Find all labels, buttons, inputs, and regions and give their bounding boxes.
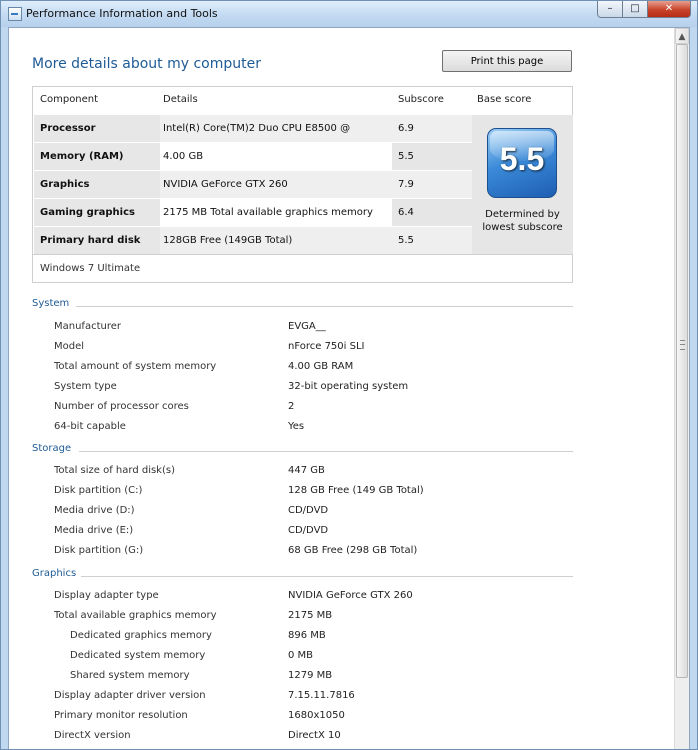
component-subscore: 6.9: [392, 115, 472, 142]
info-label: System type: [54, 381, 117, 392]
info-label: Shared system memory: [70, 670, 190, 681]
info-value: 896 MB: [288, 630, 326, 641]
info-label: DirectX version: [54, 730, 131, 741]
close-button[interactable]: ✕: [648, 1, 691, 18]
base-score-caption: Determined by lowest subscore: [472, 208, 573, 234]
info-value: DirectX 10: [288, 730, 341, 741]
info-value: 4.00 GB RAM: [288, 361, 354, 372]
component-details: 2175 MB Total available graphics memory: [160, 199, 392, 226]
score-row-gaming-graphics: Gaming graphics 2175 MB Total available …: [34, 199, 472, 227]
app-icon: [8, 7, 22, 21]
component-name: Gaming graphics: [34, 199, 160, 226]
component-name: Processor: [34, 115, 160, 142]
base-score-badge: 5.5: [487, 128, 557, 198]
info-label: Number of processor cores: [54, 401, 189, 412]
component-subscore: 6.4: [392, 199, 472, 226]
performance-window: Performance Information and Tools – □ ✕ …: [0, 0, 698, 750]
info-label: Dedicated system memory: [70, 650, 206, 661]
header-component: Component: [40, 94, 99, 105]
info-value: 128 GB Free (149 GB Total): [288, 485, 424, 496]
info-value: CD/DVD: [288, 505, 329, 516]
component-subscore: 5.5: [392, 227, 472, 254]
info-label: Disk partition (C:): [54, 485, 143, 496]
component-name: Graphics: [34, 171, 160, 198]
score-row-hard-disk: Primary hard disk 128GB Free (149GB Tota…: [34, 227, 472, 255]
info-label: Display adapter driver version: [54, 690, 206, 701]
info-label: Display adapter type: [54, 590, 159, 601]
info-label: Disk partition (G:): [54, 545, 144, 556]
minimize-button[interactable]: –: [597, 1, 623, 18]
info-value: 1279 MB: [288, 670, 333, 681]
client-area: More details about my computer Print thi…: [8, 27, 690, 749]
section-divider: [79, 451, 573, 452]
info-value: EVGA__: [288, 321, 326, 332]
info-value: NVIDIA GeForce GTX 260: [288, 590, 413, 601]
info-value: 447 GB: [288, 465, 325, 476]
header-subscore: Subscore: [398, 94, 444, 105]
component-details: 4.00 GB: [160, 143, 392, 170]
base-score-value: 5.5: [499, 141, 545, 177]
info-label: Total available graphics memory: [54, 610, 217, 621]
info-value: Yes: [288, 421, 305, 432]
os-edition: Windows 7 Ultimate: [33, 254, 572, 282]
component-details: Intel(R) Core(TM)2 Duo CPU E8500 @ 3.16G…: [160, 115, 392, 161]
base-caption-line-2: lowest subscore: [482, 222, 563, 233]
info-label: Primary monitor resolution: [54, 710, 188, 721]
header-base-score: Base score: [477, 94, 532, 105]
page-title: More details about my computer: [32, 56, 261, 72]
vertical-scrollbar[interactable]: ▲: [674, 28, 689, 749]
score-table: Component Details Subscore Base score Pr…: [32, 86, 573, 283]
title-bar[interactable]: Performance Information and Tools – □ ✕: [1, 1, 697, 27]
scroll-grip-icon: [680, 340, 685, 350]
info-value: 1680x1050: [288, 710, 345, 721]
info-label: Total amount of system memory: [54, 361, 217, 372]
header-details: Details: [163, 94, 198, 105]
info-value: 0 MB: [288, 650, 314, 661]
info-label: Total size of hard disk(s): [54, 465, 175, 476]
info-label: Media drive (E:): [54, 525, 134, 536]
base-score-panel: 5.5 Determined by lowest subscore: [472, 115, 573, 254]
info-label: Manufacturer: [54, 321, 121, 332]
info-value: 2: [288, 401, 295, 412]
section-title-system: System: [32, 298, 70, 309]
info-label: Model: [54, 341, 85, 352]
section-divider: [76, 306, 573, 307]
component-subscore: 7.9: [392, 171, 472, 198]
info-label: Media drive (D:): [54, 505, 135, 516]
base-caption-line-1: Determined by: [485, 209, 560, 220]
info-label: 64-bit capable: [54, 421, 126, 432]
info-value: 32-bit operating system: [288, 381, 409, 392]
maximize-button[interactable]: □: [623, 1, 648, 18]
score-row-memory: Memory (RAM) 4.00 GB 5.5: [34, 143, 472, 171]
info-value: 2175 MB: [288, 610, 333, 621]
component-subscore: 5.5: [392, 143, 472, 170]
info-value: 68 GB Free (298 GB Total): [288, 545, 418, 556]
section-title-graphics: Graphics: [32, 568, 77, 579]
info-value: CD/DVD: [288, 525, 329, 536]
score-row-graphics: Graphics NVIDIA GeForce GTX 260 7.9: [34, 171, 472, 199]
info-value: nForce 750i SLI: [288, 341, 365, 352]
component-details: NVIDIA GeForce GTX 260: [160, 171, 392, 198]
section-divider: [81, 576, 573, 577]
info-value: 7.15.11.7816: [288, 690, 355, 701]
scroll-up-button[interactable]: ▲: [675, 28, 689, 44]
print-button[interactable]: Print this page: [442, 50, 572, 72]
details-content: More details about my computer Print thi…: [9, 28, 674, 749]
window-title: Performance Information and Tools: [26, 7, 218, 20]
component-name: Primary hard disk: [34, 227, 160, 254]
info-label: Dedicated graphics memory: [70, 630, 212, 641]
section-title-storage: Storage: [32, 443, 72, 454]
scroll-thumb[interactable]: [676, 44, 688, 678]
component-name: Memory (RAM): [34, 143, 160, 170]
component-details: 128GB Free (149GB Total): [160, 227, 392, 254]
caption-buttons: – □ ✕: [597, 1, 691, 19]
score-row-processor: Processor Intel(R) Core(TM)2 Duo CPU E85…: [34, 115, 472, 161]
